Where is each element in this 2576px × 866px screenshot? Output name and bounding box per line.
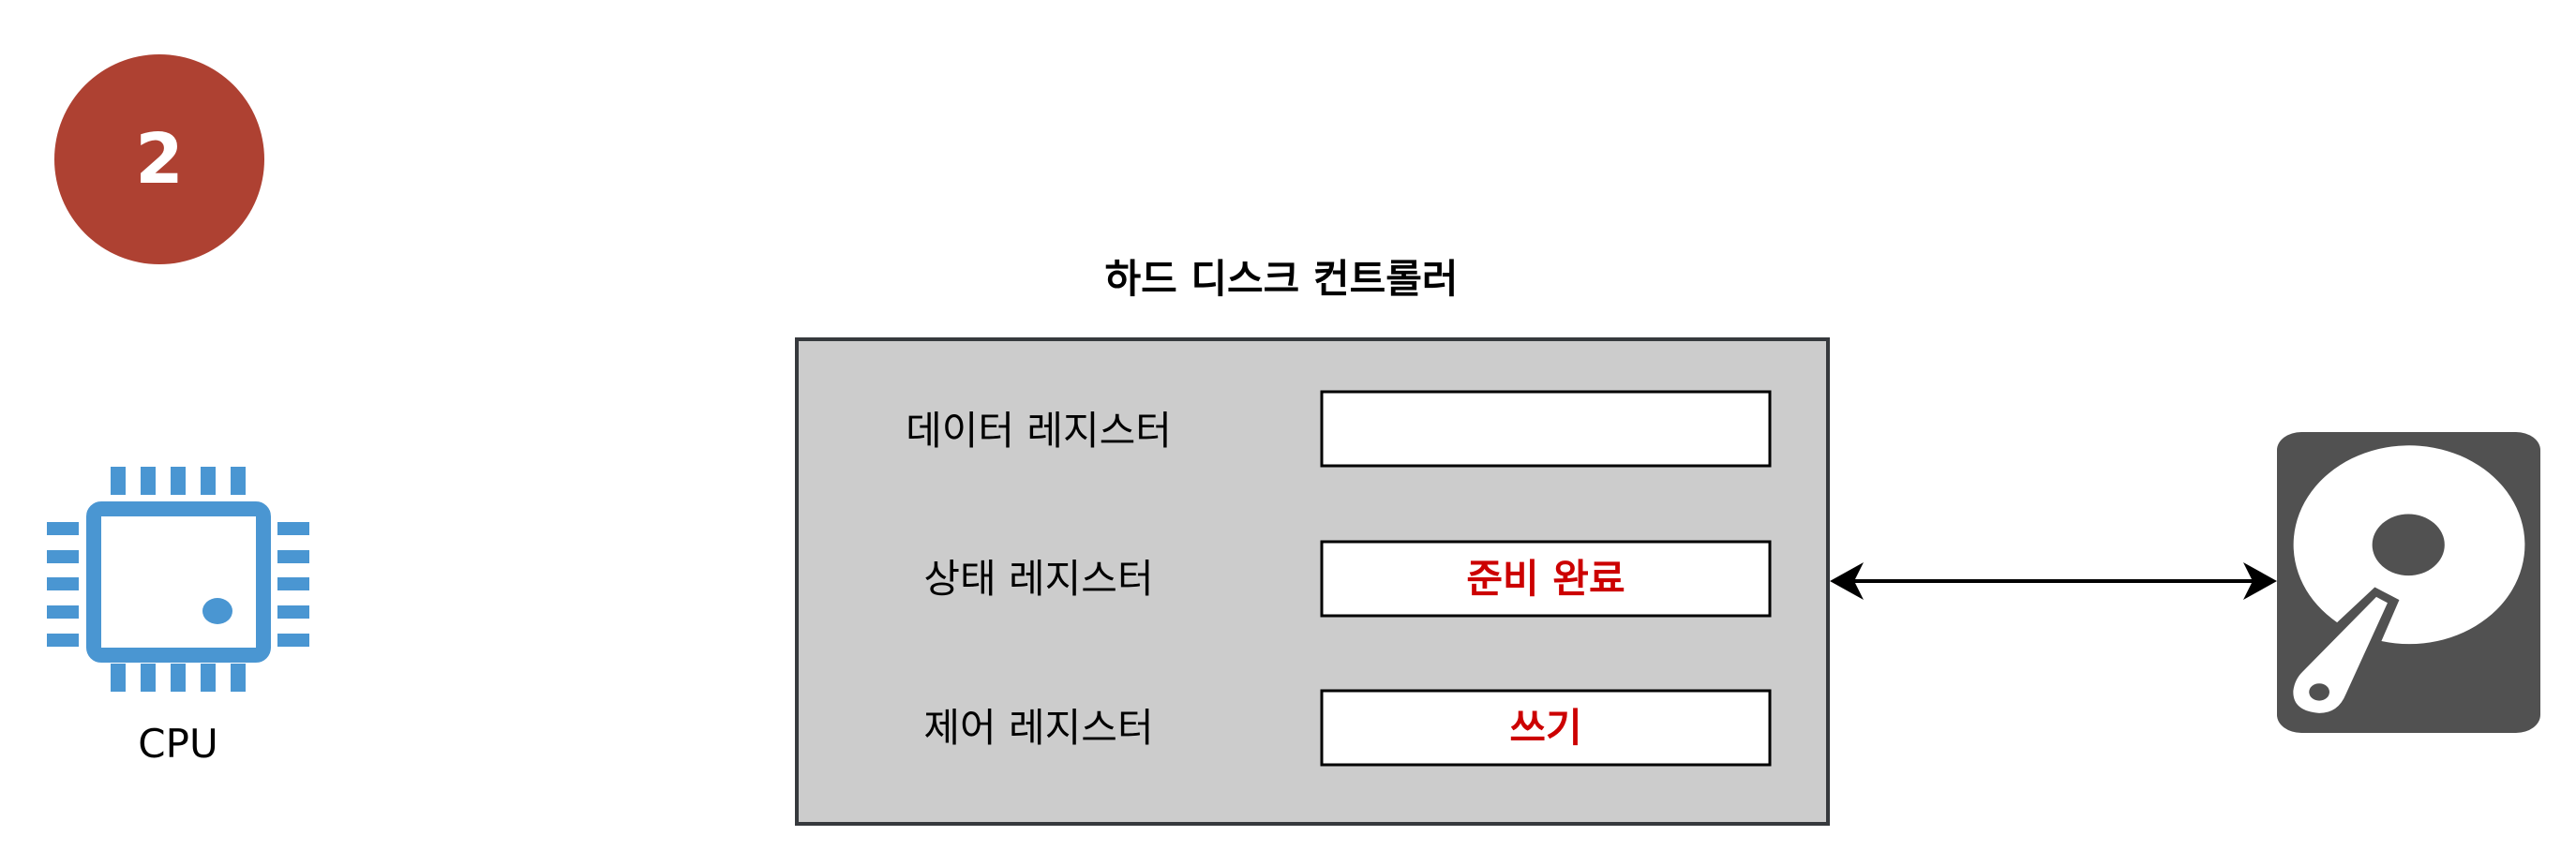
status-register-value: 준비 완료 (1466, 556, 1625, 602)
status-register-label: 상태 레지스터 (923, 556, 1153, 602)
control-register-value: 쓰기 (1509, 705, 1581, 751)
cpu-chip-icon (47, 467, 309, 692)
diagram-canvas: 2 CPU 하드 디스크 컨트롤러 데이터 레지스터 상태 레지스터 준비 완료… (47, 54, 2540, 826)
controller-title: 하드 디스크 컨트롤러 (1104, 256, 1458, 302)
data-register-value-box (1320, 390, 1772, 468)
hard-disk-icon (2277, 432, 2540, 733)
control-register-label: 제어 레지스터 (923, 705, 1153, 751)
cpu-label: CPU (138, 721, 217, 767)
step-number: 2 (135, 119, 184, 200)
bidirectional-arrow (1830, 562, 2277, 600)
step-badge: 2 (54, 54, 264, 264)
data-register-label: 데이터 레지스터 (906, 408, 1172, 454)
